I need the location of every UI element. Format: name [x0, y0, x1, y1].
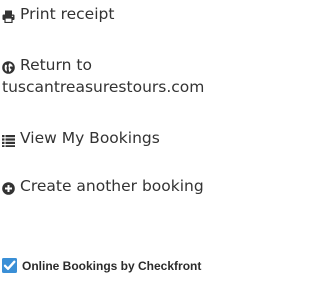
view-my-bookings-link[interactable]: View My Bookings: [2, 127, 160, 149]
list-icon: [2, 131, 15, 147]
return-to-site-label: Return to tuscantreasurestours.com: [2, 54, 302, 98]
checkfront-powered-by-link[interactable]: Online Bookings by Checkfront: [2, 258, 201, 273]
view-my-bookings-label: View My Bookings: [20, 129, 160, 147]
return-to-label-line2: tuscantreasurestours.com: [2, 78, 205, 96]
return-to-label-line1: Return to: [20, 56, 92, 74]
plus-circle-icon: [2, 179, 15, 195]
create-another-booking-link[interactable]: Create another booking: [2, 175, 204, 197]
print-receipt-link[interactable]: Print receipt: [2, 3, 114, 25]
create-another-booking-label: Create another booking: [20, 177, 204, 195]
return-to-site-link[interactable]: Return to tuscantreasurestours.com: [2, 54, 302, 98]
print-icon: [2, 7, 15, 24]
checkfront-logo-icon: [2, 258, 17, 273]
checkfront-powered-by-label: Online Bookings by Checkfront: [22, 258, 202, 273]
print-receipt-label: Print receipt: [20, 5, 115, 23]
globe-icon: [2, 58, 15, 74]
